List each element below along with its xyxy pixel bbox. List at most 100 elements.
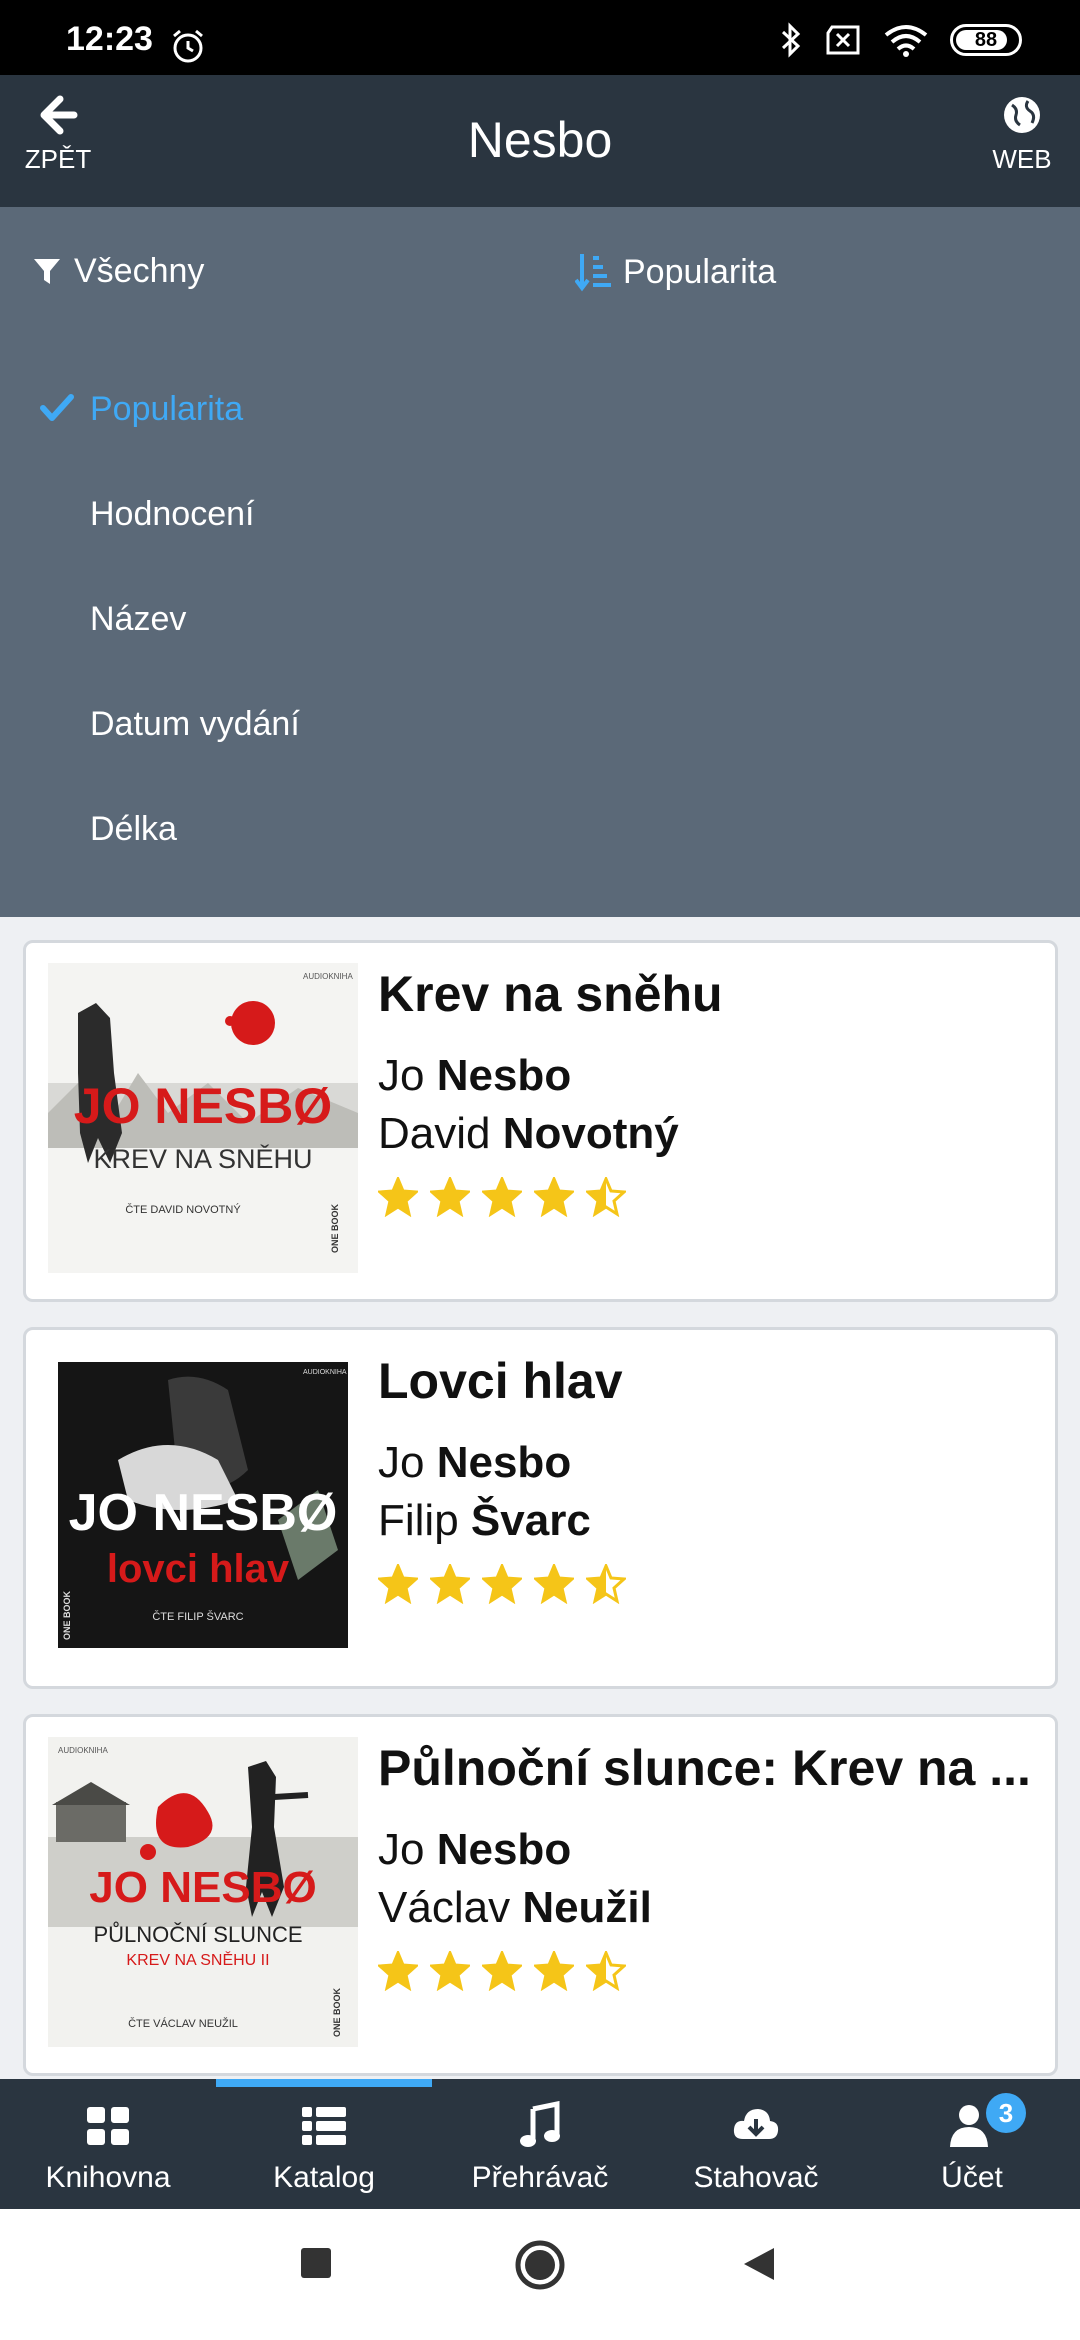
cover-author: JO NESBØ xyxy=(89,1863,316,1912)
star-full-icon xyxy=(482,1564,522,1604)
sort-button[interactable]: Popularita xyxy=(575,252,776,292)
app-header: ZPĚT Nesbo WEB xyxy=(0,75,1080,207)
sort-option-datum-vydani[interactable]: Datum vydání xyxy=(0,672,1080,777)
cover-publisher: ONE BOOK xyxy=(62,1590,72,1640)
cover-narrator: ČTE DAVID NOVOTNÝ xyxy=(125,1203,241,1216)
sort-filter-panel: Všechny Popularita Popularita Hodnocení … xyxy=(0,207,1080,917)
book-cover[interactable]: AUDIOKNIHA JO NESBØ lovci hlav ČTE FILIP… xyxy=(48,1350,358,1660)
star-half-icon xyxy=(586,1951,626,1991)
cover-publisher: ONE BOOK xyxy=(332,1987,342,2037)
sort-option-hodnoceni[interactable]: Hodnocení xyxy=(0,462,1080,567)
star-full-icon xyxy=(430,1951,470,1991)
star-full-icon xyxy=(430,1177,470,1217)
no-sim-icon xyxy=(826,25,860,55)
book-title: Lovci hlav xyxy=(378,1353,623,1409)
cover-publisher: ONE BOOK xyxy=(330,1203,340,1253)
sort-options-list: Popularita Hodnocení Název Datum vydání … xyxy=(0,357,1080,882)
book-cover[interactable]: AUDIOKNIHA JO NESBØ KREV NA SNĚHU ČTE DA… xyxy=(48,963,358,1273)
filter-label: Všechny xyxy=(74,252,205,290)
star-full-icon xyxy=(534,1951,574,1991)
nav-knihovna[interactable]: Knihovna xyxy=(0,2079,216,2209)
book-cover[interactable]: AUDIOKNIHA JO NESBØ PŮLNOČNÍ SLUNCE KREV… xyxy=(48,1737,358,2047)
star-full-icon xyxy=(534,1177,574,1217)
sort-option-label: Název xyxy=(90,600,187,638)
sort-option-label: Popularita xyxy=(90,390,244,428)
book-list: AUDIOKNIHA JO NESBØ KREV NA SNĚHU ČTE DA… xyxy=(0,917,1080,2079)
book-card[interactable]: AUDIOKNIHA JO NESBØ lovci hlav ČTE FILIP… xyxy=(23,1327,1058,1689)
rating-stars xyxy=(378,1564,1035,1604)
alarm-icon xyxy=(173,29,203,63)
nav-label: Katalog xyxy=(273,2161,375,2194)
music-note-icon xyxy=(520,2101,560,2147)
bottom-navigation: Knihovna Katalog Přehrávač Stahovač 3 Úč… xyxy=(0,2079,1080,2209)
status-time: 12:23 xyxy=(66,20,153,58)
nav-katalog[interactable]: Katalog xyxy=(216,2079,432,2209)
home-button[interactable] xyxy=(514,2239,566,2291)
cover-label: AUDIOKNIHA xyxy=(303,972,353,981)
status-bar: 12:23 88 xyxy=(0,0,1080,75)
battery-level: 88 xyxy=(974,28,998,51)
book-author: Jo Nesbo xyxy=(378,1438,572,1487)
star-full-icon xyxy=(378,1951,418,1991)
grid-icon xyxy=(87,2107,129,2145)
nav-label: Stahovač xyxy=(693,2161,819,2194)
book-card[interactable]: AUDIOKNIHA JO NESBØ PŮLNOČNÍ SLUNCE KREV… xyxy=(23,1714,1058,2076)
cover-title: PŮLNOČNÍ SLUNCE xyxy=(93,1922,302,1947)
web-label: WEB xyxy=(992,144,1052,174)
book-narrator: Filip Švarc xyxy=(378,1496,591,1545)
sort-option-nazev[interactable]: Název xyxy=(0,567,1080,672)
sort-label: Popularita xyxy=(623,252,777,291)
sort-option-label: Délka xyxy=(90,810,177,848)
book-card[interactable]: AUDIOKNIHA JO NESBØ KREV NA SNĚHU ČTE DA… xyxy=(23,940,1058,1302)
bluetooth-icon xyxy=(781,22,801,58)
sort-option-label: Datum vydání xyxy=(90,705,300,743)
filter-icon xyxy=(34,258,60,284)
star-full-icon xyxy=(482,1951,522,1991)
star-full-icon xyxy=(378,1177,418,1217)
notification-badge: 3 xyxy=(986,2093,1026,2133)
nav-prehravac[interactable]: Přehrávač xyxy=(432,2079,648,2209)
check-icon xyxy=(40,394,74,421)
cover-narrator: ČTE VÁCLAV NEUŽIL xyxy=(128,2017,238,2030)
book-author: Jo Nesbo xyxy=(378,1825,572,1874)
rating-stars xyxy=(378,1951,1035,1991)
filter-button[interactable]: Všechny xyxy=(32,252,204,291)
book-narrator: Václav Neužil xyxy=(378,1883,652,1932)
star-full-icon xyxy=(482,1177,522,1217)
nav-label: Účet xyxy=(941,2161,1003,2194)
list-icon xyxy=(302,2107,346,2145)
nav-label: Knihovna xyxy=(45,2161,171,2194)
book-title: Půlnoční slunce: Krev na ... xyxy=(378,1740,1031,1796)
star-full-icon xyxy=(430,1564,470,1604)
sort-option-popularita[interactable]: Popularita xyxy=(0,357,1080,462)
rating-stars xyxy=(378,1177,1035,1217)
book-author: Jo Nesbo xyxy=(378,1051,572,1100)
cover-title: lovci hlav xyxy=(107,1547,290,1591)
cover-label: AUDIOKNIHA xyxy=(58,1746,108,1755)
cover-narrator: ČTE FILIP ŠVARC xyxy=(152,1610,243,1623)
sort-icon xyxy=(575,254,611,292)
wifi-icon xyxy=(884,25,928,57)
globe-icon xyxy=(1004,97,1040,133)
star-half-icon xyxy=(586,1177,626,1217)
system-back-button[interactable] xyxy=(740,2245,778,2283)
system-navigation-bar xyxy=(0,2209,1080,2340)
cover-subtitle: KREV NA SNĚHU II xyxy=(126,1950,269,1969)
cover-author: JO NESBØ xyxy=(74,1078,332,1134)
sort-option-label: Hodnocení xyxy=(90,495,255,533)
cover-title: KREV NA SNĚHU xyxy=(93,1143,312,1174)
star-full-icon xyxy=(378,1564,418,1604)
recent-apps-button[interactable] xyxy=(298,2245,334,2281)
web-button[interactable]: WEB xyxy=(980,95,1064,175)
star-full-icon xyxy=(534,1564,574,1604)
cover-label: AUDIOKNIHA xyxy=(303,1369,347,1376)
page-title: Nesbo xyxy=(467,112,613,168)
nav-stahovac[interactable]: Stahovač xyxy=(648,2079,864,2209)
cover-author: JO NESBØ xyxy=(69,1484,338,1542)
book-narrator: David Novotný xyxy=(378,1109,679,1158)
nav-label: Přehrávač xyxy=(471,2161,609,2194)
cloud-download-icon xyxy=(733,2109,779,2139)
battery-indicator: 88 xyxy=(950,24,1022,56)
sort-option-delka[interactable]: Délka xyxy=(0,777,1080,882)
nav-ucet[interactable]: 3 Účet xyxy=(864,2079,1080,2209)
